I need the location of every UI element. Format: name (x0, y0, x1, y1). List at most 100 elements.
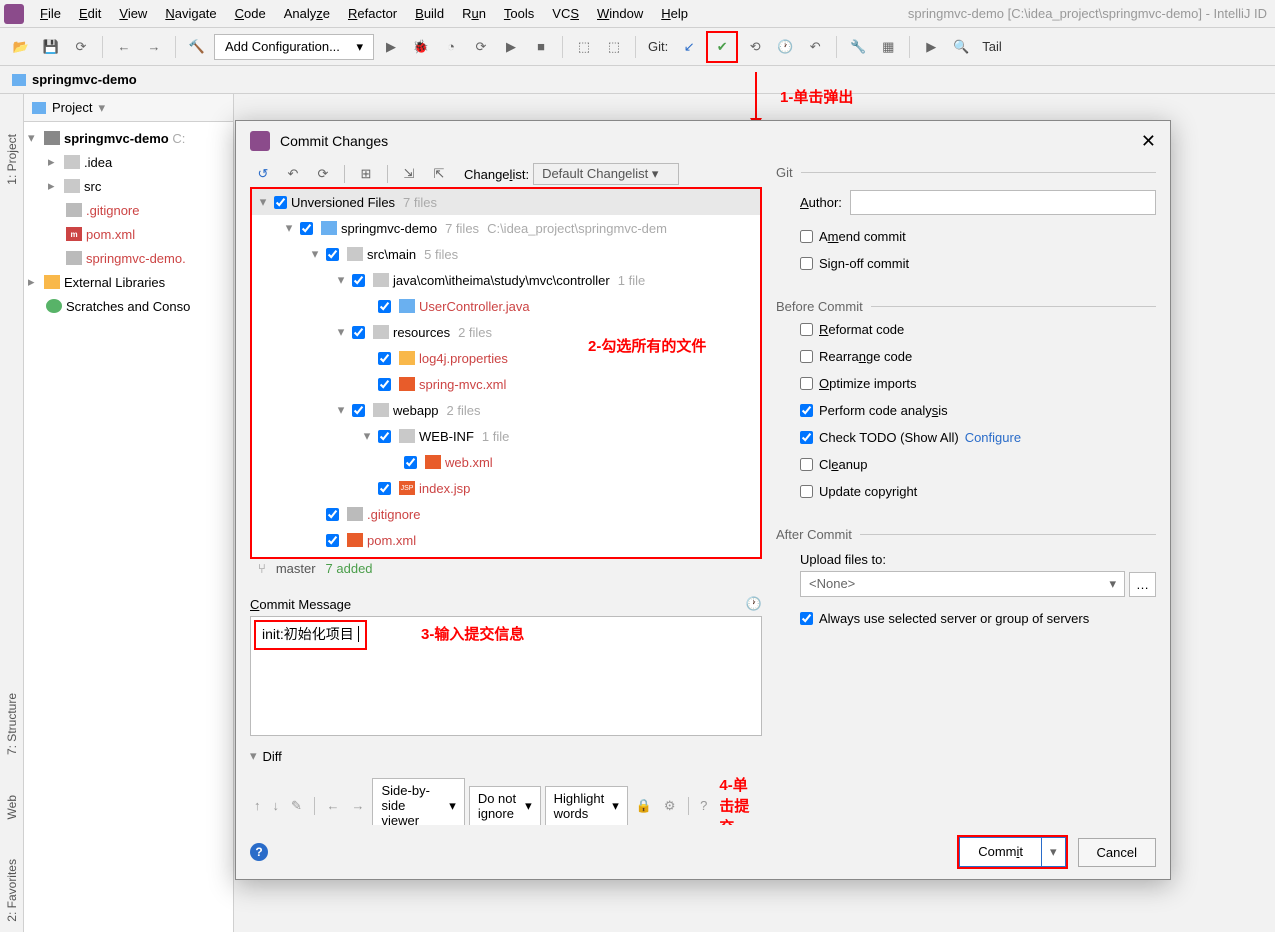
back-icon[interactable]: ← (111, 34, 137, 60)
menu-window[interactable]: Window (589, 4, 651, 23)
collapse-icon[interactable]: ⇱ (426, 161, 452, 187)
menu-tools[interactable]: Tools (496, 4, 542, 23)
prev-icon[interactable]: ↑ (250, 796, 265, 815)
tab-project[interactable]: 1: Project (5, 134, 19, 185)
attach-icon[interactable]: ⬚ (571, 34, 597, 60)
menu-file[interactable]: File (32, 4, 69, 23)
signoff-checkbox[interactable] (800, 257, 813, 270)
commit-message-input[interactable]: init:初始化项目 3-输入提交信息 (250, 616, 762, 736)
tree-src[interactable]: ▸src (24, 174, 233, 198)
help-q-icon[interactable]: ? (696, 796, 711, 815)
tree-webxml[interactable]: web.xml (252, 449, 760, 475)
tree-resources[interactable]: ▾resources2 files (252, 319, 760, 345)
menu-analyze[interactable]: Analyze (276, 4, 338, 23)
optimize-checkbox[interactable] (800, 377, 813, 390)
dropdown-icon[interactable]: ▾ (98, 100, 105, 116)
rearrange-checkbox[interactable] (800, 350, 813, 363)
tree-idea[interactable]: ▸.idea (24, 150, 233, 174)
diff-header[interactable]: ▾Diff (250, 744, 762, 768)
menu-view[interactable]: View (111, 4, 155, 23)
search-icon[interactable]: 🔍 (948, 34, 974, 60)
settings-icon[interactable]: 🔧 (845, 34, 871, 60)
commit-dropdown[interactable]: ▾ (1042, 837, 1066, 867)
reformat-checkbox[interactable] (800, 323, 813, 336)
highlight-select[interactable]: Highlight words▾ (545, 786, 628, 826)
tree-webinf[interactable]: ▾WEB-INF1 file (252, 423, 760, 449)
amend-checkbox[interactable] (800, 230, 813, 243)
lock-icon[interactable]: 🔒 (632, 796, 656, 816)
menu-edit[interactable]: Edit (71, 4, 109, 23)
tree-ext-lib[interactable]: ▸External Libraries (24, 270, 233, 294)
group-icon[interactable]: ⊞ (353, 161, 379, 187)
stop-icon[interactable]: ■ (528, 34, 554, 60)
menu-run[interactable]: Run (454, 4, 494, 23)
tree-javapath[interactable]: ▾java\com\itheima\study\mvc\controller1 … (252, 267, 760, 293)
tree-scratch[interactable]: Scratches and Conso (24, 294, 233, 318)
changelist-select[interactable]: Default Changelist ▾ (533, 163, 679, 185)
upload-more-button[interactable]: … (1129, 572, 1156, 597)
tree-srcmain[interactable]: ▾src\main5 files (252, 241, 760, 267)
project-header[interactable]: Project ▾ (24, 94, 233, 122)
git-revert-icon[interactable]: ↶ (802, 34, 828, 60)
refresh-icon[interactable]: ⟳ (310, 161, 336, 187)
menu-navigate[interactable]: Navigate (157, 4, 224, 23)
tree-gitignore[interactable]: .gitignore (24, 198, 233, 222)
tree-pom[interactable]: mpom.xml (24, 222, 233, 246)
run-config-select[interactable]: Add Configuration...▾ (214, 34, 374, 60)
tree-webapp[interactable]: ▾webapp2 files (252, 397, 760, 423)
expand-icon[interactable]: ⇲ (396, 161, 422, 187)
close-icon[interactable]: ✕ (1141, 131, 1156, 152)
menu-vcs[interactable]: VCS (544, 4, 587, 23)
tab-web[interactable]: Web (5, 795, 19, 819)
forward-icon[interactable]: → (141, 34, 167, 60)
tree-module[interactable]: ▾springmvc-demo7 filesC:\idea_project\sp… (252, 215, 760, 241)
coverage-icon[interactable]: ◔ (438, 34, 464, 60)
tree-springmvc[interactable]: spring-mvc.xml (252, 371, 760, 397)
left-icon[interactable]: ← (322, 796, 343, 815)
run-icon[interactable]: ▶ (378, 34, 404, 60)
tree-indexjsp[interactable]: JSPindex.jsp (252, 475, 760, 501)
git-commit-icon[interactable]: ✔ (709, 34, 735, 60)
run2-icon[interactable]: ▶ (498, 34, 524, 60)
menu-refactor[interactable]: Refactor (340, 4, 405, 23)
viewer-select[interactable]: Side-by-side viewer▾ (372, 778, 464, 825)
tab-favorites[interactable]: 2: Favorites (5, 859, 19, 922)
edit-icon[interactable]: ✎ (287, 796, 306, 816)
tree-pom[interactable]: pom.xml (252, 527, 760, 553)
always-checkbox[interactable] (800, 612, 813, 625)
analysis-checkbox[interactable] (800, 404, 813, 417)
git-history-icon[interactable]: ⟲ (742, 34, 768, 60)
commit-button[interactable]: Commit (959, 837, 1042, 867)
gear-icon[interactable]: ⚙ (660, 796, 680, 816)
history-icon[interactable]: 🕐 (746, 596, 762, 612)
git-clock-icon[interactable]: 🕐 (772, 34, 798, 60)
ignore-select[interactable]: Do not ignore▾ (469, 786, 541, 826)
author-input[interactable] (850, 190, 1156, 215)
open-icon[interactable]: 📂 (8, 34, 34, 60)
help-icon[interactable]: ? (250, 843, 268, 861)
unversioned-group[interactable]: ▾Unversioned Files7 files (252, 189, 760, 215)
tree-gitignore[interactable]: .gitignore (252, 501, 760, 527)
breadcrumb-project[interactable]: springmvc-demo (32, 72, 137, 87)
tree-root[interactable]: ▾springmvc-demo C: (24, 126, 233, 150)
menu-help[interactable]: Help (653, 4, 696, 23)
next-icon[interactable]: ↓ (269, 796, 284, 815)
attach2-icon[interactable]: ⬚ (601, 34, 627, 60)
debug-icon[interactable]: 🐞 (408, 34, 434, 60)
tab-structure[interactable]: 7: Structure (5, 693, 19, 755)
tree-usercontroller[interactable]: UserController.java (252, 293, 760, 319)
undo-icon[interactable]: ↶ (280, 161, 306, 187)
sync-icon[interactable]: ⟳ (68, 34, 94, 60)
tree-iml[interactable]: springmvc-demo. (24, 246, 233, 270)
profile-icon[interactable]: ⟳ (468, 34, 494, 60)
tree-log4j[interactable]: log4j.properties (252, 345, 760, 371)
search-target-icon[interactable]: ▶ (918, 34, 944, 60)
save-icon[interactable]: 💾 (38, 34, 64, 60)
cleanup-checkbox[interactable] (800, 458, 813, 471)
menu-code[interactable]: Code (227, 4, 274, 23)
git-update-icon[interactable]: ↙ (676, 34, 702, 60)
build-icon[interactable]: 🔨 (184, 34, 210, 60)
rollback-icon[interactable]: ↺ (250, 161, 276, 187)
todo-checkbox[interactable] (800, 431, 813, 444)
configure-link[interactable]: Configure (965, 430, 1021, 445)
